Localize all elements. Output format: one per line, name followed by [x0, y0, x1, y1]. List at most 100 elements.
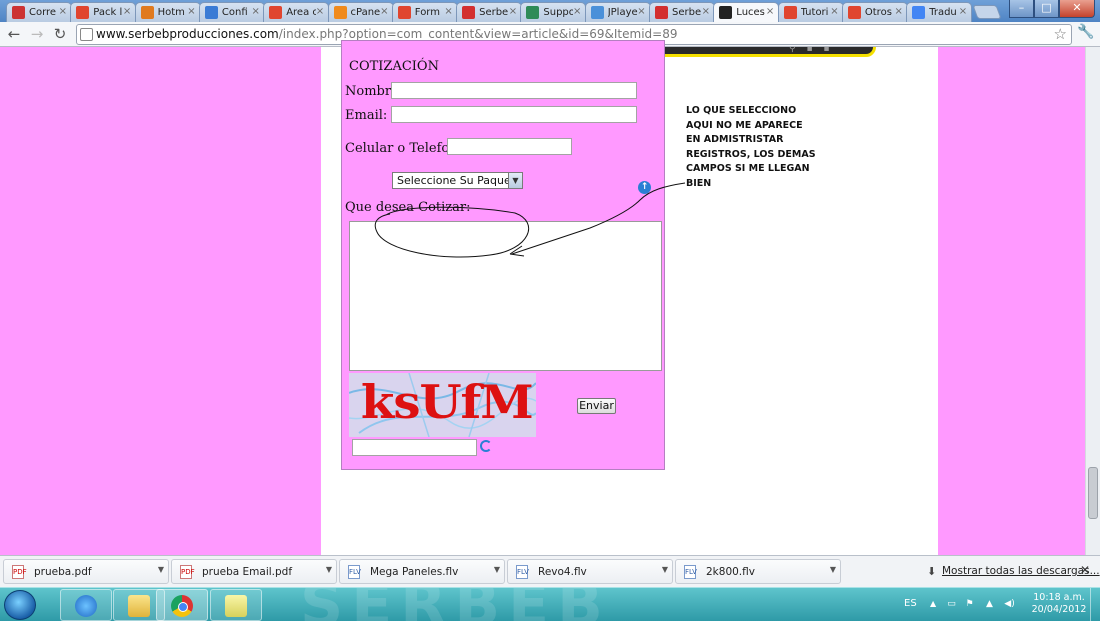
- show-desktop-button[interactable]: [1090, 588, 1100, 621]
- tab-12[interactable]: Tutori ×: [777, 2, 844, 22]
- close-icon[interactable]: ×: [380, 6, 388, 17]
- captcha-input[interactable]: [352, 439, 477, 456]
- chevron-down-icon[interactable]: ▼: [158, 565, 164, 574]
- language-indicator[interactable]: ES: [904, 598, 917, 609]
- tab-11[interactable]: Luces ×: [713, 2, 780, 23]
- download-name: prueba Email.pdf: [202, 566, 293, 578]
- close-icon[interactable]: ×: [895, 6, 903, 17]
- close-window-button[interactable]: ✕: [1059, 0, 1095, 18]
- tab-label: Hotm: [157, 7, 185, 18]
- show-all-downloads-link[interactable]: Mostrar todas las descargas...: [942, 565, 1100, 577]
- cotizacion-form: COTIZACIÓN Nombre: Email: Celular o Tele…: [341, 40, 665, 470]
- download-item[interactable]: PDF prueba.pdf ▼: [3, 559, 169, 584]
- close-icon[interactable]: ×: [830, 6, 838, 17]
- download-name: Mega Paneles.flv: [370, 566, 459, 578]
- new-tab-button[interactable]: [972, 5, 1002, 19]
- windows-taskbar: SERBEB ES ▲ ▭ ⚑ ▲ ◀) 10:18 a.m. 20/04/20…: [0, 587, 1100, 621]
- chevron-down-icon[interactable]: ▼: [326, 565, 332, 574]
- taskbar-chrome[interactable]: [156, 589, 208, 621]
- tab-13[interactable]: Otros ×: [841, 2, 908, 22]
- nombre-input[interactable]: [391, 82, 637, 99]
- tab-3[interactable]: Confi ×: [198, 2, 265, 22]
- tab-2[interactable]: Hotm ×: [134, 2, 201, 22]
- tab-14[interactable]: Tradu ×: [906, 2, 973, 22]
- close-icon[interactable]: ×: [123, 6, 131, 17]
- info-icon[interactable]: ↑: [638, 181, 651, 194]
- tab-label: JPlaye: [607, 7, 638, 18]
- tab-1[interactable]: Pack l ×: [70, 2, 137, 22]
- wifi-icon[interactable]: ▲: [984, 599, 995, 610]
- note-line: BIEN: [686, 177, 712, 189]
- close-icon[interactable]: ×: [316, 6, 324, 17]
- close-icon[interactable]: ×: [959, 6, 967, 17]
- note-line: EN ADMISTRISTAR: [686, 134, 784, 146]
- flag-icon[interactable]: ⚑: [964, 599, 975, 610]
- tab-label: Otros: [864, 7, 892, 18]
- download-item[interactable]: FLV Revo4.flv ▼: [507, 559, 673, 584]
- vertical-scrollbar[interactable]: [1085, 47, 1100, 555]
- chevron-down-icon[interactable]: ▼: [830, 565, 836, 574]
- minimize-button[interactable]: –: [1009, 0, 1034, 18]
- wrench-menu-icon[interactable]: 🔧: [1077, 24, 1094, 40]
- captcha-text: ksUfM: [360, 375, 534, 429]
- taskbar-ie[interactable]: [60, 589, 112, 621]
- tab-label: Serbe: [479, 7, 509, 18]
- start-button[interactable]: [4, 590, 36, 620]
- scrollbar-thumb[interactable]: [1088, 467, 1098, 519]
- network-icon[interactable]: ▭: [946, 599, 957, 610]
- telefono-input[interactable]: [447, 138, 572, 155]
- email-input[interactable]: [391, 106, 637, 123]
- note-line: LO QUE SELECCIONO: [686, 105, 797, 116]
- chevron-down-icon[interactable]: ▼: [508, 173, 522, 188]
- close-icon[interactable]: ×: [637, 6, 645, 17]
- refresh-captcha-icon[interactable]: [480, 440, 492, 452]
- tab-0[interactable]: Corre ×: [6, 2, 72, 22]
- url-text[interactable]: www.serbebproducciones.com/index.php?opt…: [96, 27, 678, 41]
- bookmark-star-icon[interactable]: ☆: [1054, 25, 1067, 43]
- close-icon[interactable]: ×: [573, 6, 581, 17]
- volume-icon[interactable]: ◀): [1004, 599, 1015, 610]
- close-icon[interactable]: ×: [187, 6, 195, 17]
- close-icon[interactable]: ×: [59, 6, 67, 17]
- maximize-button[interactable]: □: [1034, 0, 1059, 18]
- flv-icon: FLV: [684, 565, 697, 579]
- chevron-down-icon[interactable]: ▼: [494, 565, 500, 574]
- search-icon[interactable]: ⚲ ▪ ▪: [789, 47, 834, 54]
- clock[interactable]: 10:18 a.m. 20/04/2012: [1030, 592, 1088, 616]
- close-icon[interactable]: ×: [252, 6, 260, 17]
- paquete-select[interactable]: Seleccione Su Paquete ▼: [392, 172, 523, 189]
- chevron-down-icon[interactable]: ▼: [662, 565, 668, 574]
- url-host: www.serbebproducciones.com: [96, 27, 279, 41]
- page-icon: [80, 28, 93, 41]
- w-icon: [847, 6, 861, 19]
- tab-strip: Corre × Pack l × Hotm × Confi × Área c × cPane × For…: [0, 0, 1100, 23]
- taskbar-sticky-notes[interactable]: [210, 589, 262, 621]
- tab-7[interactable]: Serbe ×: [456, 2, 523, 22]
- ie-icon: [75, 595, 97, 617]
- sticky-notes-icon: [225, 595, 247, 617]
- reload-icon[interactable]: ↻: [50, 24, 70, 44]
- back-icon[interactable]: ←: [4, 24, 24, 44]
- tab-4[interactable]: Área c ×: [263, 2, 330, 22]
- close-icon[interactable]: ×: [444, 6, 452, 17]
- tray-expand-icon[interactable]: ▲: [930, 599, 936, 608]
- cotizar-textarea[interactable]: [349, 221, 662, 371]
- close-icon[interactable]: ×: [509, 6, 517, 17]
- close-icon[interactable]: ✕: [1080, 563, 1090, 577]
- tab-10[interactable]: Serbe ×: [649, 2, 715, 22]
- tab-8[interactable]: Suppo ×: [520, 2, 587, 22]
- tab-6[interactable]: Form ×: [391, 2, 458, 22]
- download-item[interactable]: FLV 2k800.flv ▼: [675, 559, 841, 584]
- tab-5[interactable]: cPane ×: [327, 2, 394, 22]
- tab-label: Corre: [29, 7, 57, 18]
- tab-9[interactable]: JPlaye ×: [584, 2, 651, 22]
- gmail-icon: [12, 6, 25, 19]
- close-icon[interactable]: ×: [702, 6, 710, 17]
- tab-label: Pack l: [93, 7, 123, 18]
- close-icon[interactable]: ×: [766, 6, 774, 17]
- enviar-button[interactable]: Enviar: [577, 398, 616, 414]
- jplayer-icon: [590, 6, 604, 19]
- forward-icon[interactable]: →: [27, 24, 47, 44]
- download-item[interactable]: FLV Mega Paneles.flv ▼: [339, 559, 505, 584]
- download-item[interactable]: PDF prueba Email.pdf ▼: [171, 559, 337, 584]
